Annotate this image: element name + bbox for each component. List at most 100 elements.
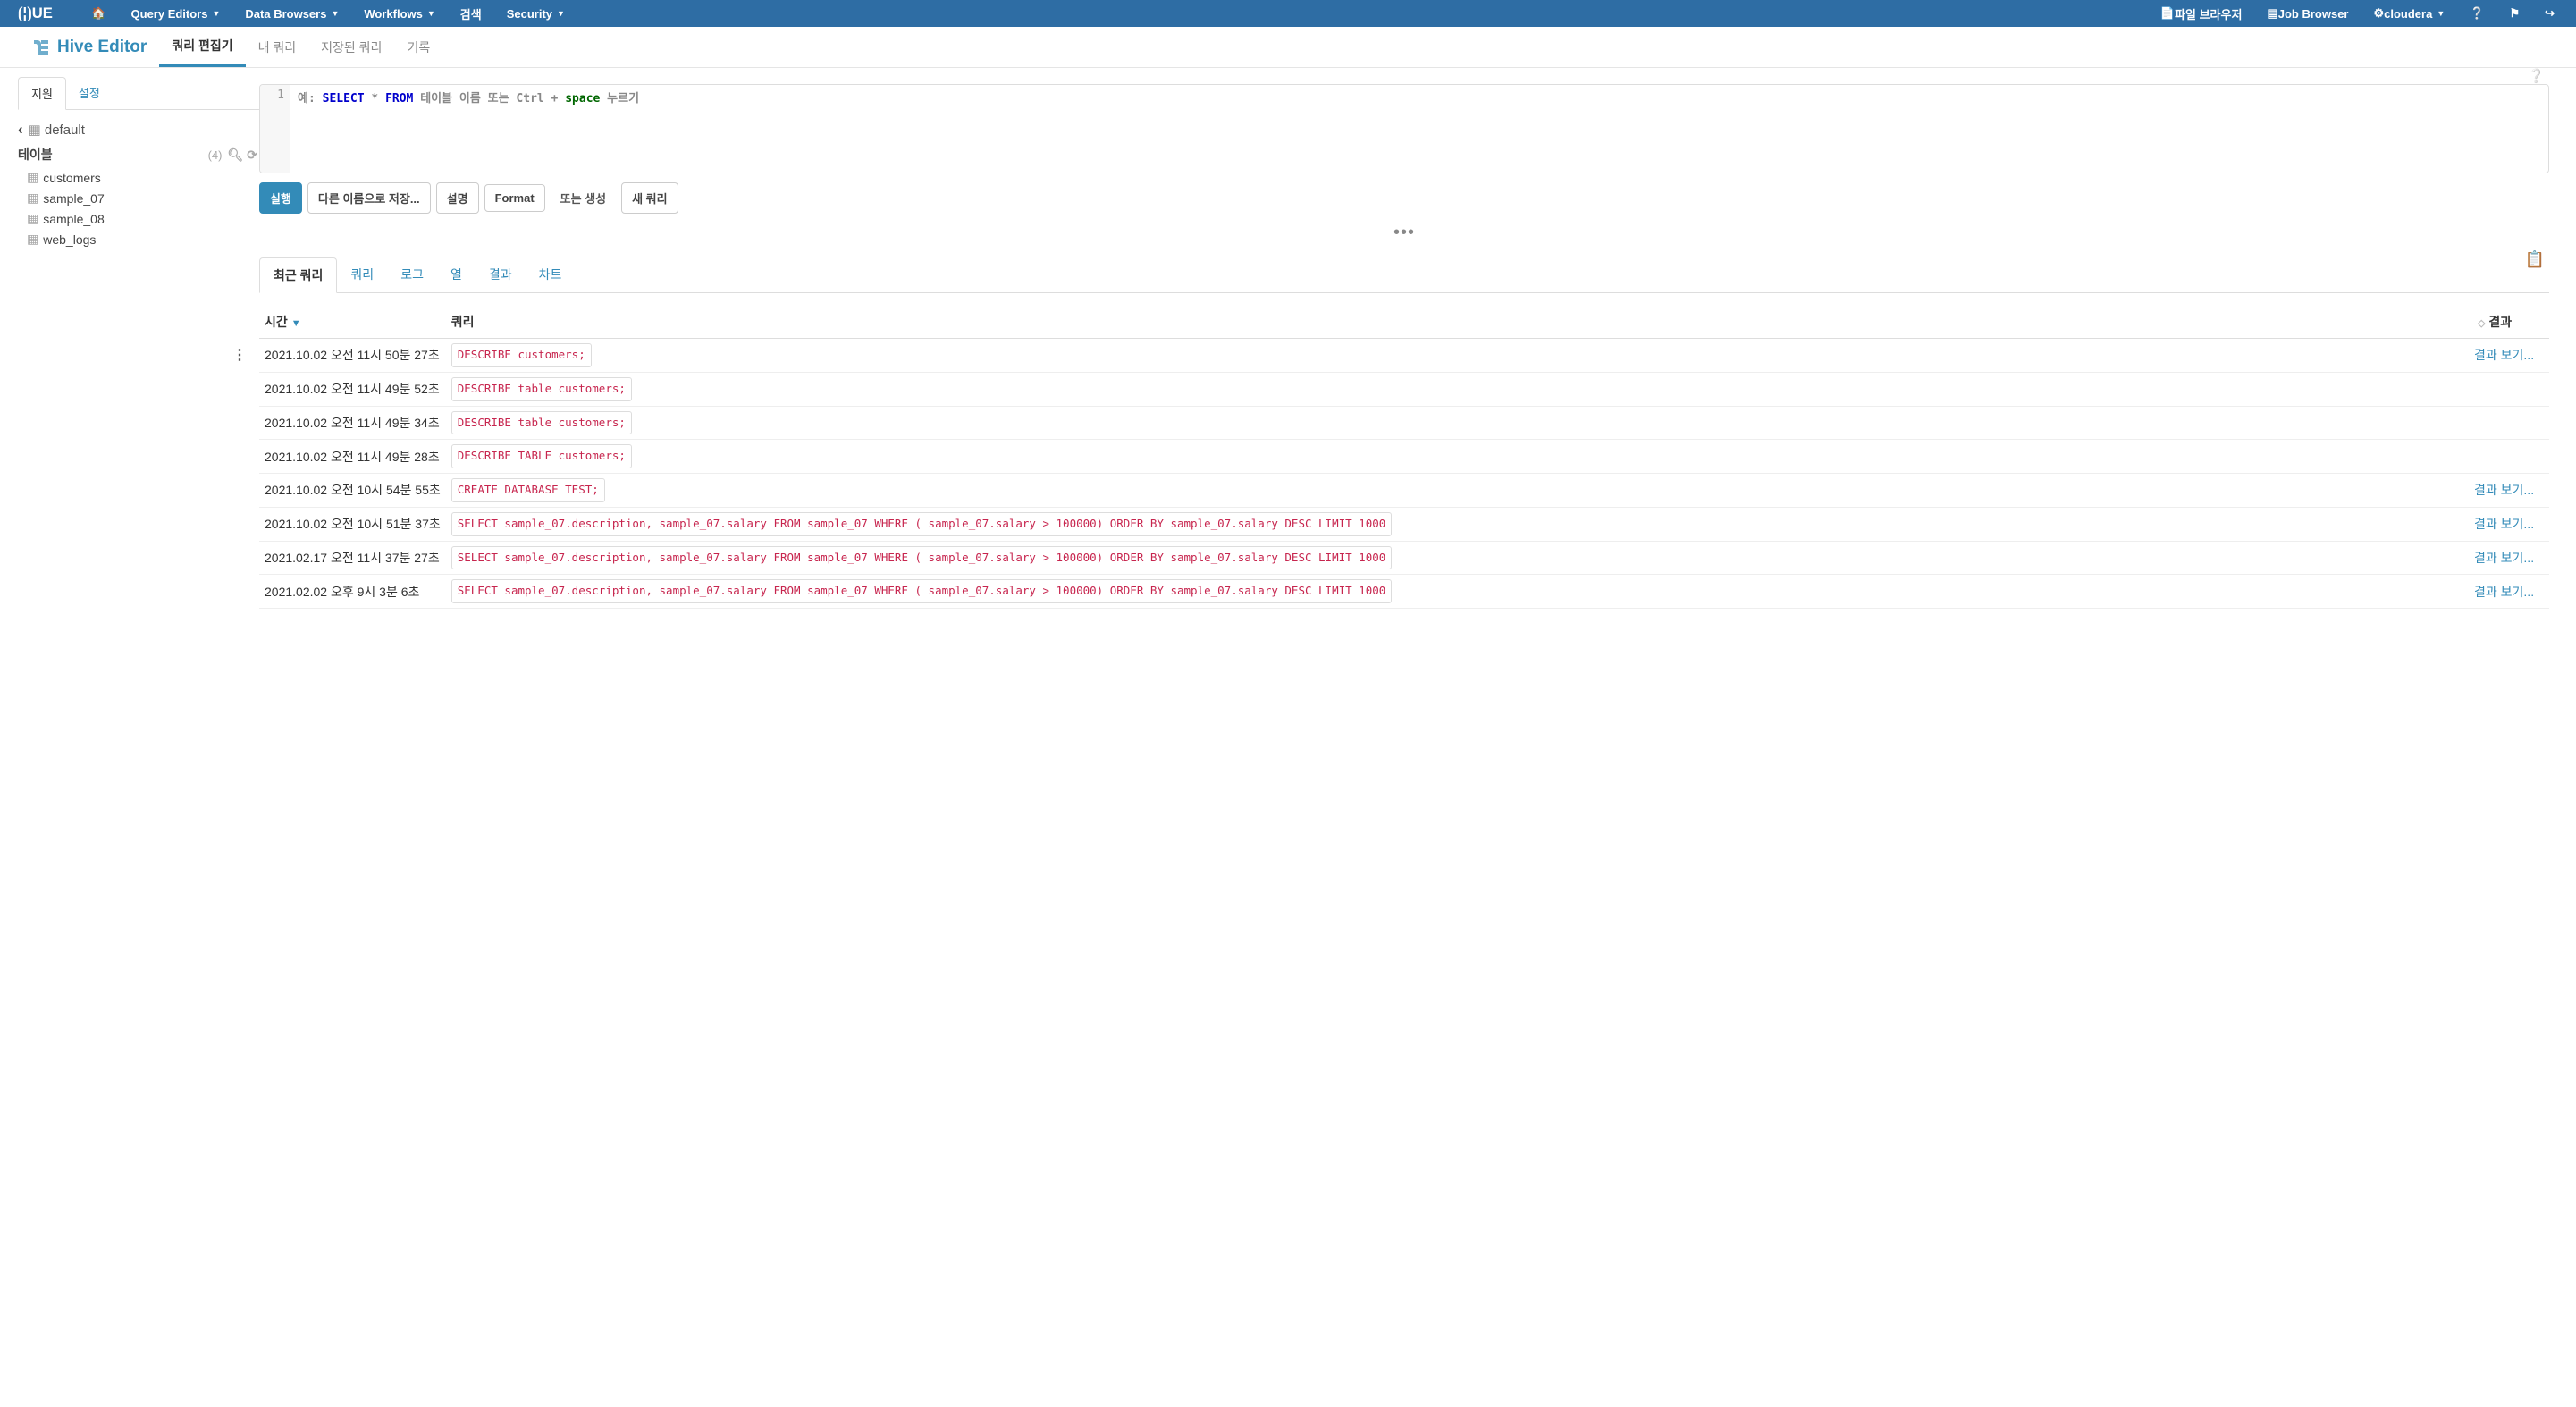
rtab-log[interactable]: 로그 — [387, 257, 437, 292]
chevron-down-icon: ▼ — [2437, 9, 2445, 18]
history-row[interactable]: 2021.10.02 오전 10시 54분 55초CREATE DATABASE… — [259, 474, 2549, 508]
query-text: SELECT sample_07.description, sample_07.… — [451, 579, 1393, 603]
sidetab-settings[interactable]: 설정 — [66, 77, 113, 109]
nav-query-editors[interactable]: Query Editors▼ — [119, 0, 233, 27]
query-text: DESCRIBE table customers; — [451, 411, 632, 435]
rtab-chart[interactable]: 차트 — [526, 257, 576, 292]
cell-time: 2021.10.02 오전 11시 49분 34초 — [259, 406, 446, 440]
save-as-button[interactable]: 다른 이름으로 저장... — [307, 182, 431, 214]
cell-result — [2469, 372, 2549, 406]
view-result-link[interactable]: 결과 보기... — [2474, 551, 2534, 565]
tab-saved-queries[interactable]: 저장된 쿼리 — [308, 27, 394, 67]
cell-time: 2021.10.02 오전 10시 54분 55초 — [259, 474, 446, 508]
sidebar-tabs: 지원 설정 — [18, 77, 259, 110]
row-menu-icon[interactable]: ⋮ — [232, 346, 247, 364]
editor-placeholder: 예: SELECT * FROM 테이블 이름 또는 Ctrl + space … — [290, 85, 646, 173]
format-button[interactable]: Format — [484, 184, 545, 212]
history-row[interactable]: 2021.02.02 오후 9시 3분 6초SELECT sample_07.d… — [259, 575, 2549, 609]
rtab-columns[interactable]: 열 — [437, 257, 476, 292]
refresh-icon[interactable]: ⟳ — [247, 147, 257, 163]
help-icon[interactable]: ❔ — [2457, 0, 2496, 27]
history-row[interactable]: 2021.02.17 오전 11시 37분 27초SELECT sample_0… — [259, 541, 2549, 575]
sub-navbar: Hive Editor 쿼리 편집기 내 쿼리 저장된 쿼리 기록 — [0, 27, 2576, 68]
sidetab-assist[interactable]: 지원 — [18, 77, 66, 110]
cell-result — [2469, 406, 2549, 440]
run-button[interactable]: 실행 — [259, 182, 302, 214]
tab-my-queries[interactable]: 내 쿼리 — [246, 27, 309, 67]
main-area: 지원 설정 ‹ ▦ default 테이블 (4) 🔍︎ ⟳ ▦customer… — [0, 68, 2576, 618]
table-item[interactable]: ▦customers — [18, 167, 259, 188]
nav-workflows[interactable]: Workflows▼ — [351, 0, 447, 27]
database-name: default — [45, 122, 85, 138]
table-item[interactable]: ▦ sample_08 — [18, 208, 259, 229]
tab-history[interactable]: 기록 — [394, 27, 442, 67]
cell-time: 2021.10.02 오전 11시 49분 28초 — [259, 440, 446, 474]
view-result-link[interactable]: 결과 보기... — [2474, 348, 2534, 362]
nav-search[interactable]: 검색 — [448, 0, 494, 27]
view-result-link[interactable]: 결과 보기... — [2474, 517, 2534, 531]
table-name: web_logs — [43, 232, 96, 247]
cell-time: 2021.02.02 오후 9시 3분 6초 — [259, 575, 446, 609]
cell-query: DESCRIBE TABLE customers; — [446, 440, 2469, 474]
table-item[interactable]: ▦sample_07 — [18, 188, 259, 208]
cell-query: DESCRIBE customers; — [446, 339, 2469, 373]
col-time[interactable]: 시간▼ — [259, 306, 446, 339]
logout-icon[interactable]: ↪ — [2532, 0, 2567, 27]
cell-query: SELECT sample_07.description, sample_07.… — [446, 575, 2469, 609]
query-text: DESCRIBE TABLE customers; — [451, 444, 632, 468]
flag-icon[interactable]: ⚑ — [2496, 0, 2532, 27]
table-icon: ▦ — [27, 232, 38, 247]
cell-time: 2021.10.02 오전 11시 49분 52초 — [259, 372, 446, 406]
cell-result — [2469, 440, 2549, 474]
history-row[interactable]: 2021.10.02 오전 11시 49분 52초DESCRIBE table … — [259, 372, 2549, 406]
cell-query: DESCRIBE table customers; — [446, 372, 2469, 406]
view-result-link[interactable]: 결과 보기... — [2474, 585, 2534, 599]
database-selector[interactable]: ‹ ▦ default — [18, 117, 259, 142]
nav-file-browser[interactable]: 📄 파일 브라우저 — [2148, 0, 2255, 27]
query-editor[interactable]: 1 예: SELECT * FROM 테이블 이름 또는 Ctrl + spac… — [259, 84, 2549, 173]
help-icon[interactable]: ❔ — [2528, 68, 2545, 84]
nav-job-browser[interactable]: ▤ Job Browser — [2254, 0, 2361, 27]
nav-user-menu[interactable]: ⚙ cloudera▼ — [2361, 0, 2457, 27]
rtab-recent[interactable]: 최근 쿼리 — [259, 257, 337, 293]
cell-query: SELECT sample_07.description, sample_07.… — [446, 541, 2469, 575]
history-row[interactable]: 2021.10.02 오전 10시 51분 37초SELECT sample_0… — [259, 507, 2549, 541]
svg-text:⟮¦⟯UE: ⟮¦⟯UE — [18, 4, 53, 22]
nav-security[interactable]: Security▼ — [494, 0, 577, 27]
sidebar: 지원 설정 ‹ ▦ default 테이블 (4) 🔍︎ ⟳ ▦customer… — [0, 68, 259, 618]
cell-result: 결과 보기... — [2469, 575, 2549, 609]
cell-time: 2021.02.17 오전 11시 37분 27초 — [259, 541, 446, 575]
search-icon[interactable]: 🔍︎ — [227, 147, 243, 163]
editor-gutter: 1 — [260, 85, 290, 173]
history-row[interactable]: 2021.10.02 오전 11시 49분 34초DESCRIBE table … — [259, 406, 2549, 440]
editor-brand: Hive Editor — [18, 27, 159, 67]
hue-logo[interactable]: ⟮¦⟯UE — [9, 0, 79, 27]
clear-history-icon[interactable]: 📋 — [2525, 250, 2545, 269]
table-icon: ▦ — [27, 211, 38, 226]
history-row[interactable]: ⋮2021.10.02 오전 11시 50분 27초DESCRIBE custo… — [259, 339, 2549, 373]
table-name: sample_08 — [43, 212, 105, 226]
expand-icon[interactable]: ••• — [259, 214, 2549, 257]
chevron-down-icon: ▼ — [212, 9, 220, 18]
home-icon[interactable]: 🏠 — [79, 0, 118, 27]
new-query-button[interactable]: 새 쿼리 — [621, 182, 678, 214]
file-icon: 📄 — [2160, 6, 2175, 21]
history-table: 시간▼ 쿼리 ◇ 결과 ⋮2021.10.02 오전 11시 50분 27초DE… — [259, 306, 2549, 609]
table-icon: ▦ — [27, 190, 38, 206]
chevron-left-icon[interactable]: ‹ — [18, 121, 23, 139]
table-item[interactable]: ▦ web_logs — [18, 229, 259, 249]
cell-result: 결과 보기... — [2469, 339, 2549, 373]
rtab-query[interactable]: 쿼리 — [337, 257, 387, 292]
chevron-down-icon: ▼ — [331, 9, 339, 18]
tab-query-editor[interactable]: 쿼리 편집기 — [159, 27, 245, 67]
content-area: ❔ 1 예: SELECT * FROM 테이블 이름 또는 Ctrl + sp… — [259, 68, 2576, 618]
explain-button[interactable]: 설명 — [436, 182, 479, 214]
rtab-results[interactable]: 결과 — [476, 257, 526, 292]
col-result[interactable]: ◇ 결과 — [2469, 306, 2549, 339]
view-result-link[interactable]: 결과 보기... — [2474, 483, 2534, 497]
nav-data-browsers[interactable]: Data Browsers▼ — [232, 0, 351, 27]
history-row[interactable]: 2021.10.02 오전 11시 49분 28초DESCRIBE TABLE … — [259, 440, 2549, 474]
query-text: SELECT sample_07.description, sample_07.… — [451, 546, 1393, 570]
table-count: (4) — [208, 148, 223, 162]
col-query[interactable]: 쿼리 — [446, 306, 2469, 339]
